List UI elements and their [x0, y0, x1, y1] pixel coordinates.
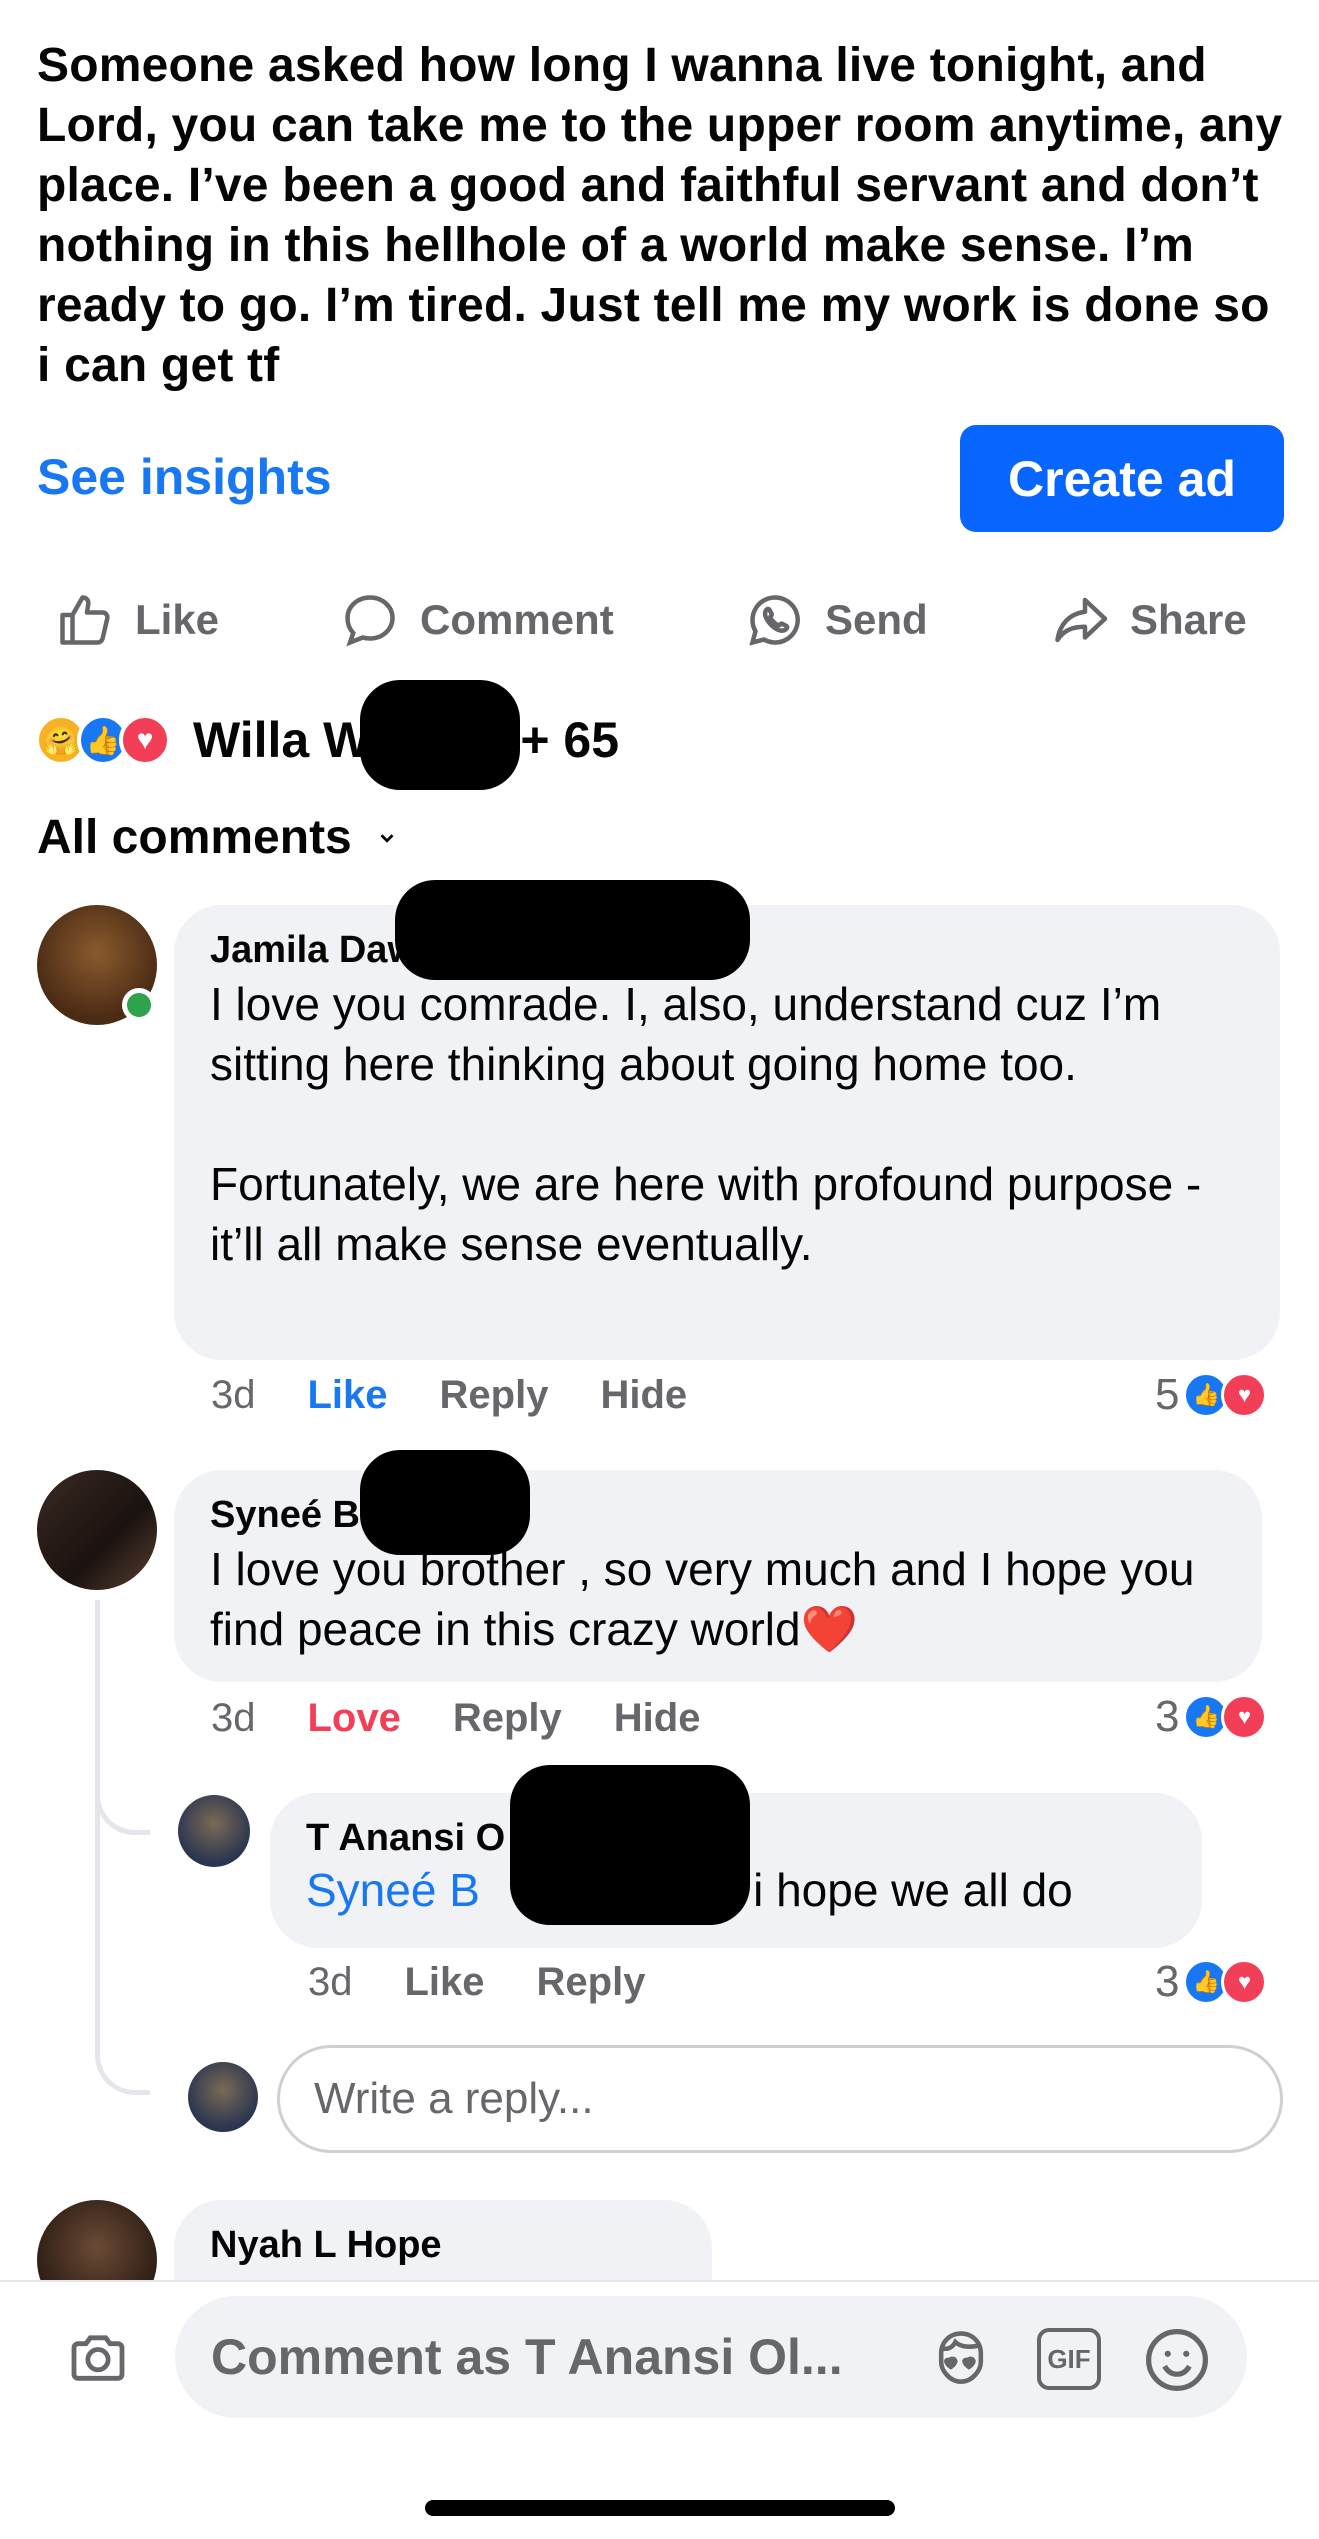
share-action-button[interactable]: Share	[1050, 580, 1247, 660]
comment-meta: 3d Love Reply Hide	[211, 1696, 752, 1741]
gif-label: GIF	[1047, 2343, 1091, 2374]
comment-meta: 3d Like Reply Hide	[211, 1373, 739, 1418]
comment-reply-button[interactable]: Reply	[440, 1373, 549, 1418]
reply-reaction-count[interactable]: 3 👍 ♥	[1155, 1957, 1268, 2007]
love-reaction-icon: ♥	[119, 714, 171, 766]
camera-icon[interactable]	[62, 2325, 134, 2389]
emoji-icon[interactable]	[1140, 2323, 1214, 2397]
reply-time: 3d	[308, 1960, 353, 2004]
comment-author-name[interactable]: Nyah L Hope	[210, 2224, 676, 2267]
comments-filter-dropdown[interactable]: All comments	[37, 810, 398, 865]
create-ad-button[interactable]: Create ad	[960, 425, 1284, 532]
comment-reaction-count[interactable]: 3 👍 ♥	[1155, 1692, 1268, 1742]
reply-reaction-number: 3	[1155, 1957, 1180, 2006]
home-indicator	[425, 2500, 895, 2516]
comment-time: 3d	[211, 1373, 256, 1417]
comment-text-2: Fortunately, we are here with profound p…	[210, 1158, 1202, 1270]
love-reaction-icon: ♥	[1221, 1372, 1268, 1418]
like-action-button[interactable]: Like	[55, 580, 219, 660]
see-insights-link[interactable]: See insights	[37, 448, 332, 506]
comment-bubble: Syneé B I love you brother , so very muc…	[174, 1470, 1262, 1682]
reply-meta: 3d Like Reply	[308, 1960, 697, 2005]
reply-mention-link[interactable]: Syneé B	[306, 1864, 480, 1916]
comment-love-button[interactable]: Love	[308, 1696, 401, 1741]
send-action-label: Send	[825, 596, 928, 643]
comment-action-label: Comment	[420, 596, 614, 643]
reaction-names: Willa W	[193, 712, 371, 768]
redaction-mark	[360, 680, 520, 790]
comment-reaction-number: 5	[1155, 1370, 1180, 1419]
comment-hide-button[interactable]: Hide	[614, 1696, 701, 1741]
redaction-mark	[395, 880, 750, 980]
comment-reaction-count[interactable]: 5 👍 ♥	[1155, 1370, 1268, 1420]
reply-like-button[interactable]: Like	[405, 1960, 485, 2005]
comment-reaction-number: 3	[1155, 1692, 1180, 1741]
comment-like-button[interactable]: Like	[308, 1373, 388, 1418]
comment-reply-button[interactable]: Reply	[453, 1696, 562, 1741]
avatar	[188, 2062, 258, 2132]
comment-text: I love you comrade. I, also, understand …	[210, 978, 1162, 1090]
whatsapp-icon	[749, 595, 800, 646]
comment-action-button[interactable]: Comment	[340, 580, 614, 660]
avatar[interactable]	[178, 1795, 250, 1867]
comments-filter-label: All comments	[37, 811, 352, 864]
avatar[interactable]	[37, 1470, 157, 1590]
redaction-mark	[510, 1765, 750, 1925]
avatar-sticker-icon[interactable]	[925, 2325, 997, 2393]
comment-text: I love you brother , so very much and I …	[210, 1539, 1226, 1659]
write-reply-placeholder: Write a reply...	[314, 2074, 594, 2123]
chevron-down-icon	[380, 833, 394, 843]
red-heart-emoji: ❤️	[800, 1603, 858, 1655]
thumbs-up-icon	[60, 595, 110, 645]
redaction-mark	[360, 1450, 530, 1555]
reply-reply-button[interactable]: Reply	[537, 1960, 646, 2005]
comment-input-placeholder: Comment as T Anansi Ol...	[211, 2329, 843, 2385]
comment-text-body: I love you brother , so very much and I …	[210, 1543, 1195, 1655]
like-action-label: Like	[135, 596, 220, 643]
send-action-button[interactable]: Send	[745, 580, 928, 660]
gif-button[interactable]: GIF	[1037, 2328, 1101, 2390]
comment-time: 3d	[211, 1696, 256, 1740]
reactions-summary[interactable]: 🤗 👍 ♥ Willa W + 65	[35, 705, 619, 775]
post-text: Someone asked how long I wanna live toni…	[37, 39, 1283, 392]
comment-bubble-icon	[345, 595, 395, 647]
love-reaction-icon: ♥	[1221, 1694, 1268, 1740]
share-action-label: Share	[1130, 596, 1247, 643]
write-reply-input[interactable]: Write a reply...	[277, 2045, 1283, 2153]
reaction-more-count: + 65	[520, 712, 620, 768]
share-arrow-icon	[1055, 597, 1108, 643]
love-reaction-icon: ♥	[1221, 1959, 1268, 2005]
comment-hide-button[interactable]: Hide	[600, 1373, 687, 1418]
thread-line	[95, 1600, 150, 1835]
online-status-dot	[122, 988, 156, 1022]
